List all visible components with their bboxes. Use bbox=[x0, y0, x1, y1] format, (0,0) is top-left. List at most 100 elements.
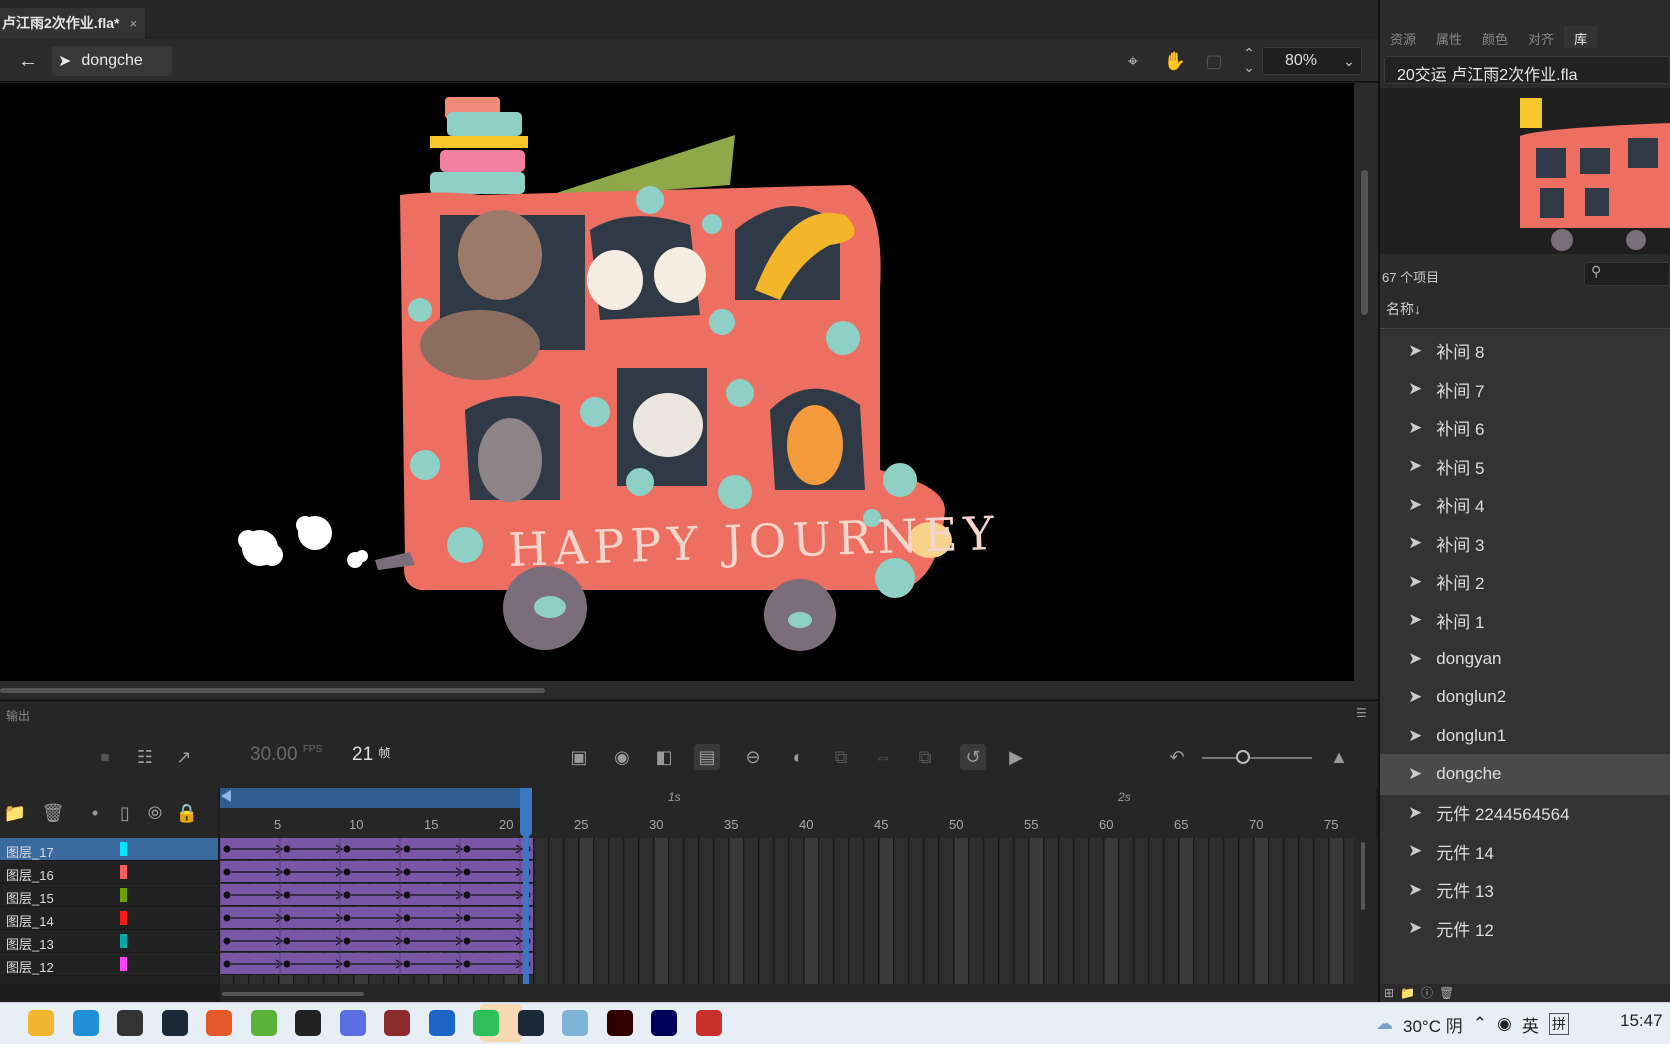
library-item[interactable]: ➤ 元件 12 bbox=[1380, 908, 1670, 949]
hand-tool-icon[interactable]: ✋ bbox=[1162, 48, 1188, 74]
outline-icon[interactable]: ▯ bbox=[112, 800, 138, 826]
panel-tab[interactable]: 颜色 bbox=[1472, 26, 1518, 48]
timeline-zoom-slider-thumb[interactable] bbox=[1236, 750, 1250, 764]
timeline-horizontal-scrollbar[interactable] bbox=[220, 984, 1354, 1002]
modify-markers-icon[interactable]: ⧉ bbox=[912, 744, 938, 770]
undo-icon[interactable]: ↶ bbox=[1164, 744, 1190, 770]
winrar-icon[interactable] bbox=[384, 1010, 410, 1036]
timeline-vertical-scroll-thumb[interactable] bbox=[1361, 842, 1365, 910]
stage-horizontal-scroll-thumb[interactable] bbox=[0, 688, 545, 693]
motion-tween-span[interactable] bbox=[220, 861, 533, 883]
layer-color-swatch[interactable] bbox=[120, 842, 127, 856]
clip-content-icon[interactable]: ▢ bbox=[1201, 48, 1227, 74]
layer-row[interactable]: 图层_16 bbox=[0, 861, 218, 884]
illustrator-icon[interactable] bbox=[606, 1010, 633, 1036]
document-tab[interactable]: 卢江雨2次作业.fla* × bbox=[0, 8, 146, 38]
library-item[interactable]: ➤ 补间 6 bbox=[1380, 407, 1670, 448]
library-item[interactable]: ➤ dongyan bbox=[1380, 638, 1670, 679]
library-item[interactable]: ➤ 补间 4 bbox=[1380, 484, 1670, 525]
epic-games-icon[interactable] bbox=[117, 1010, 143, 1036]
motion-tween-span[interactable] bbox=[220, 884, 533, 906]
steam-icon[interactable] bbox=[161, 1010, 188, 1036]
layer-color-swatch[interactable] bbox=[120, 911, 127, 925]
lock-icon[interactable]: 🔒 bbox=[174, 800, 200, 826]
current-frame-readout[interactable]: 21 帧 bbox=[352, 744, 390, 766]
layer-parenting-icon[interactable]: ☷ bbox=[132, 744, 158, 770]
layer-row[interactable]: 图层_12 bbox=[0, 953, 218, 976]
ime-lang[interactable]: 英 bbox=[1522, 1012, 1539, 1037]
center-stage-icon[interactable]: ⌖ bbox=[1120, 48, 1146, 74]
layer-row[interactable]: 图层_13 bbox=[0, 930, 218, 953]
notepad-icon[interactable] bbox=[562, 1010, 588, 1036]
close-tab-icon[interactable]: × bbox=[129, 16, 137, 31]
library-item[interactable]: ➤ dongche bbox=[1380, 753, 1670, 795]
hide-all-icon[interactable]: ⦾ bbox=[142, 800, 168, 826]
pdf-icon[interactable] bbox=[428, 1010, 455, 1036]
chevron-down-icon[interactable]: ⌄ bbox=[1335, 47, 1363, 75]
delete-frame-icon[interactable]: ⊖ bbox=[740, 744, 766, 770]
animate-icon[interactable] bbox=[651, 1010, 677, 1036]
panel-tab[interactable]: 资源 bbox=[1380, 26, 1426, 48]
recorder-icon[interactable] bbox=[695, 1010, 722, 1036]
insert-frame-icon[interactable]: ◧ bbox=[651, 744, 677, 770]
range-start-marker[interactable] bbox=[221, 790, 231, 802]
fit-timeline-icon[interactable]: ▲ bbox=[1326, 744, 1352, 770]
play-icon[interactable]: ▶ bbox=[1003, 744, 1029, 770]
library-item[interactable]: ➤ 补间 7 bbox=[1380, 369, 1670, 410]
motion-tween-span[interactable] bbox=[220, 953, 533, 975]
delete-icon[interactable]: 🗑 bbox=[1439, 986, 1460, 1000]
file-explorer-icon[interactable] bbox=[28, 1010, 54, 1036]
layer-color-swatch[interactable] bbox=[120, 957, 127, 971]
wechat-icon[interactable] bbox=[473, 1010, 499, 1036]
photos-icon[interactable] bbox=[339, 1010, 366, 1036]
back-arrow-icon[interactable]: ← bbox=[18, 50, 40, 72]
onion-skin-icon[interactable]: ◐ bbox=[785, 744, 811, 770]
edge-icon[interactable] bbox=[72, 1010, 99, 1036]
panel-tab[interactable]: 属性 bbox=[1426, 26, 1472, 48]
fps-readout[interactable]: 30.00 FPS bbox=[250, 744, 322, 766]
layer-color-swatch[interactable] bbox=[120, 888, 127, 902]
library-item[interactable]: ➤ 元件 13 bbox=[1380, 869, 1670, 910]
loop-icon[interactable]: ↺ bbox=[960, 744, 986, 770]
motion-tween-span[interactable] bbox=[220, 930, 533, 952]
onion-outline-icon[interactable]: ⧉ bbox=[828, 744, 854, 770]
stage-vertical-scroll-thumb[interactable] bbox=[1361, 170, 1368, 315]
panel-tab[interactable]: 库 bbox=[1564, 26, 1598, 48]
library-file-select[interactable]: 20交运 卢江雨2次作业.fla bbox=[1384, 56, 1670, 84]
maps-icon[interactable] bbox=[206, 1010, 232, 1036]
timeline-horizontal-scroll-thumb[interactable] bbox=[222, 992, 364, 996]
layer-row[interactable]: 图层_15 bbox=[0, 884, 218, 907]
layer-color-swatch[interactable] bbox=[120, 865, 127, 879]
clock[interactable]: 15:47 bbox=[1620, 1011, 1663, 1031]
new-folder-icon[interactable]: 📁 bbox=[2, 800, 28, 826]
stage-canvas[interactable]: HAPPY JOURNEY bbox=[0, 83, 1354, 681]
column-header-name[interactable]: 名称↓ bbox=[1386, 299, 1421, 319]
library-item[interactable]: ➤ 补间 2 bbox=[1380, 561, 1670, 602]
library-item[interactable]: ➤ 元件 2244564564 bbox=[1380, 792, 1670, 833]
library-item[interactable]: ➤ 补间 1 bbox=[1380, 600, 1670, 641]
delete-layer-icon[interactable]: 🗑 bbox=[40, 800, 66, 826]
library-item[interactable]: ➤ donglun2 bbox=[1380, 677, 1670, 718]
new-symbol-icon[interactable]: ⊞ bbox=[1384, 986, 1400, 1000]
graph-icon[interactable]: ↗ bbox=[171, 744, 197, 770]
motion-tween-span[interactable] bbox=[220, 838, 533, 860]
library-item[interactable]: ➤ 元件 14 bbox=[1380, 831, 1670, 872]
symbol-breadcrumb[interactable]: ➤ dongche bbox=[52, 46, 172, 76]
playhead[interactable] bbox=[523, 788, 529, 984]
library-item[interactable]: ➤ 补间 3 bbox=[1380, 523, 1670, 564]
steam-2-icon[interactable] bbox=[517, 1010, 544, 1036]
motion-tween-span[interactable] bbox=[220, 907, 533, 929]
panel-menu-icon[interactable]: ☰ bbox=[1356, 706, 1367, 720]
timeline-vertical-scrollbar[interactable] bbox=[1354, 838, 1378, 1002]
rotation-stepper-icon[interactable]: ⌃ ⌄ bbox=[1236, 46, 1262, 74]
layer-row[interactable]: 图层_17 bbox=[0, 838, 218, 861]
edit-multiple-frames-icon[interactable]: ⇔ bbox=[870, 744, 896, 770]
obs-icon[interactable] bbox=[295, 1010, 321, 1036]
frame-grid[interactable] bbox=[220, 838, 1354, 984]
properties-icon[interactable]: ⓘ bbox=[1421, 986, 1439, 1000]
new-folder-icon[interactable]: 📁 bbox=[1400, 986, 1421, 1000]
chevron-up-icon[interactable]: ⌃ bbox=[1473, 1014, 1487, 1034]
ie-icon[interactable] bbox=[250, 1010, 277, 1036]
layer-row[interactable]: 图层_14 bbox=[0, 907, 218, 930]
ime-mode[interactable]: 拼 bbox=[1548, 1013, 1569, 1035]
